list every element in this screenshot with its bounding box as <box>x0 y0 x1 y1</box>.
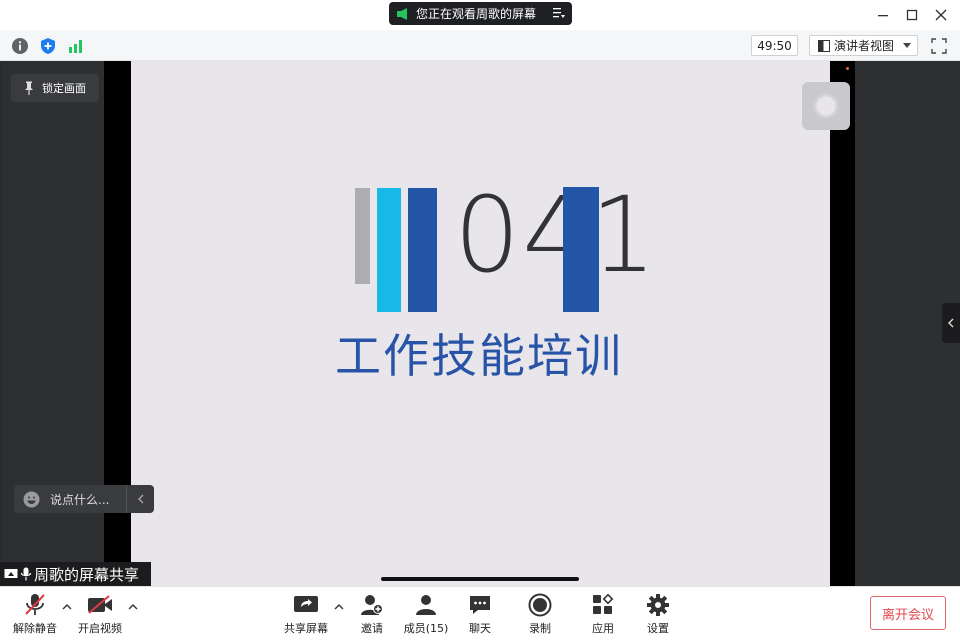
share-screen-button[interactable]: 共享屏幕 <box>282 587 330 640</box>
record-label: 录制 <box>529 622 551 635</box>
chat-label: 聊天 <box>469 622 491 635</box>
record-icon <box>527 592 553 618</box>
chevron-left-icon <box>948 318 954 328</box>
recording-indicator-dot <box>846 67 849 70</box>
screen-share-status-pill[interactable]: 您正在观看周歌的屏幕 <box>389 2 572 25</box>
share-screen-icon <box>293 592 319 618</box>
emoji-icon[interactable] <box>23 491 40 508</box>
chat-icon <box>467 592 493 618</box>
close-icon[interactable] <box>932 6 950 24</box>
chat-placeholder: 说点什么... <box>50 492 110 507</box>
speaker-view-icon <box>818 39 830 52</box>
members-icon <box>413 592 439 618</box>
screen-share-label: 周歌的屏幕共享 <box>0 562 151 586</box>
slide-bar-cyan <box>377 188 401 312</box>
chevron-down-icon <box>903 43 911 48</box>
view-mode-dropdown[interactable]: 演讲者视图 <box>809 35 918 56</box>
pin-icon <box>25 81 33 95</box>
slide-bar-blue-overlay <box>563 187 599 312</box>
slide-number: 041 <box>454 174 659 296</box>
share-status-text: 您正在观看周歌的屏幕 <box>416 7 537 21</box>
meeting-info-bar: 49:50 演讲者视图 <box>0 30 960 61</box>
minimize-icon[interactable] <box>874 6 892 24</box>
share-screen-label: 共享屏幕 <box>284 622 328 635</box>
leave-meeting-button[interactable]: 离开会议 <box>870 596 946 630</box>
menu-icon[interactable] <box>553 7 565 19</box>
slide-bar-blue <box>408 188 437 312</box>
lock-screen-button[interactable]: 锁定画面 <box>11 74 99 102</box>
start-video-button[interactable]: 开启视频 <box>76 587 124 640</box>
unmute-button[interactable]: 解除静音 <box>11 587 59 640</box>
gear-icon <box>645 592 671 618</box>
apps-button[interactable]: 应用 <box>585 587 621 640</box>
info-icon[interactable] <box>11 37 29 55</box>
chevron-up-icon[interactable] <box>62 602 72 612</box>
screen-share-icon <box>4 569 18 578</box>
start-video-label: 开启视频 <box>78 622 122 635</box>
chevron-left-icon <box>137 494 143 504</box>
collapse-chat-button[interactable] <box>126 485 154 513</box>
settings-label: 设置 <box>647 622 669 635</box>
video-stage: 041 工作技能培训 锁定画面 说点什么... 周歌的屏幕共享 <box>0 61 960 586</box>
apps-label: 应用 <box>592 622 614 635</box>
microphone-muted-icon <box>22 592 48 618</box>
invite-label: 邀请 <box>361 622 383 635</box>
maximize-icon[interactable] <box>903 6 921 24</box>
chevron-up-icon[interactable] <box>128 602 138 612</box>
lock-screen-label: 锁定画面 <box>42 82 86 95</box>
members-label: 成员(15) <box>403 622 449 635</box>
expand-side-panel-button[interactable] <box>942 303 960 343</box>
record-button[interactable]: 录制 <box>522 587 558 640</box>
screen-share-scrollbar[interactable] <box>381 577 579 581</box>
video-off-icon <box>87 592 113 618</box>
slide-bar-gray <box>355 188 370 284</box>
speaker-icon <box>397 7 407 20</box>
slide-title: 工作技能培训 <box>335 329 623 383</box>
chevron-up-icon[interactable] <box>334 602 344 612</box>
camera-thumbnail[interactable] <box>802 82 850 130</box>
settings-button[interactable]: 设置 <box>640 587 676 640</box>
add-user-icon <box>359 592 385 618</box>
letterbox-right <box>830 61 855 586</box>
screen-share-owner: 周歌的屏幕共享 <box>34 565 140 584</box>
invite-button[interactable]: 邀请 <box>354 587 390 640</box>
shared-screen-slide <box>131 61 830 586</box>
chat-button[interactable]: 聊天 <box>462 587 498 640</box>
unmute-label: 解除静音 <box>13 622 57 635</box>
apps-icon <box>590 592 616 618</box>
members-button[interactable]: 成员(15) <box>402 587 450 640</box>
chat-input[interactable]: 说点什么... <box>14 485 154 513</box>
microphone-icon <box>20 567 32 581</box>
signal-strength-icon[interactable] <box>67 37 85 55</box>
title-bar: 您正在观看周歌的屏幕 <box>0 0 960 30</box>
meeting-toolbar: 解除静音 开启视频 共享屏幕 邀请 成员(15) 聊天 录制 应用 设置 离开会… <box>0 586 960 640</box>
meeting-timer: 49:50 <box>751 35 798 56</box>
security-shield-icon[interactable] <box>39 37 57 55</box>
view-mode-label: 演讲者视图 <box>834 39 895 53</box>
fullscreen-icon[interactable] <box>930 37 948 55</box>
